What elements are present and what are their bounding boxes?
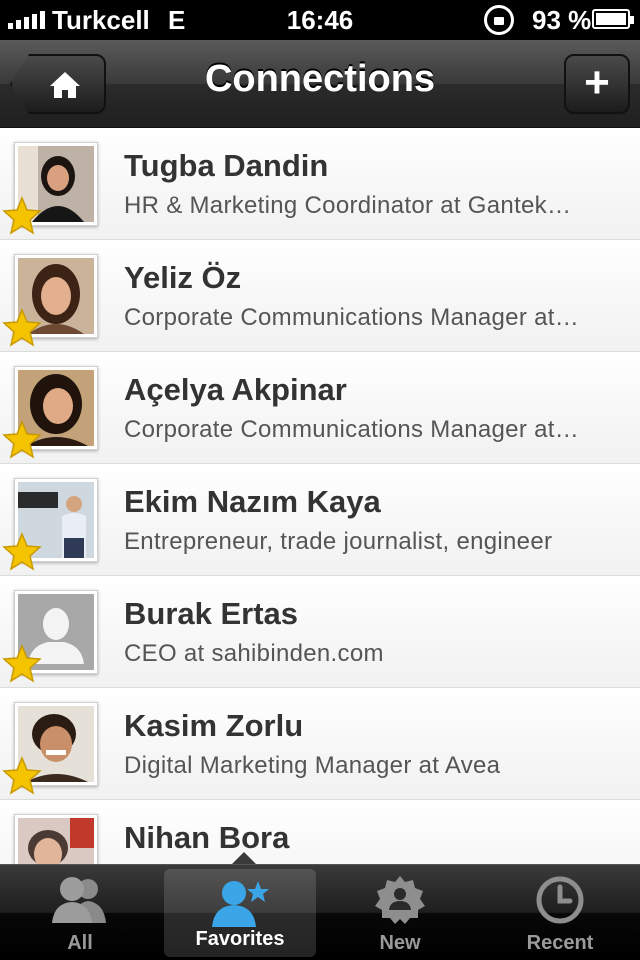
connections-list[interactable]: Tugba Dandin HR & Marketing Coordinator … <box>0 128 640 864</box>
tab-favorites[interactable]: Favorites <box>164 869 316 957</box>
tab-label: Recent <box>526 932 594 954</box>
favorite-star-icon <box>2 644 42 683</box>
people-icon <box>52 877 106 923</box>
badge-person-icon <box>375 876 425 924</box>
status-bar: Turkcell E 16:46 93 % <box>0 0 640 40</box>
profile-photo <box>18 818 94 864</box>
add-connection-button[interactable]: + <box>564 54 630 114</box>
connection-headline: HR & Marketing Coordinator at Gantek… <box>124 192 572 219</box>
favorite-star-icon <box>2 756 42 795</box>
connection-headline: Entrepreneur, trade journalist, engineer <box>124 528 553 555</box>
tab-new[interactable]: New <box>320 865 480 960</box>
favorite-star-icon <box>2 532 42 571</box>
connection-name: Açelya Akpinar <box>124 372 347 407</box>
connection-headline: Corporate Communications Manager at… <box>124 304 579 331</box>
battery-percent: 93 % <box>532 5 592 35</box>
connection-headline: CEO at sahibinden.com <box>124 640 384 667</box>
navigation-bar: Connections + <box>0 40 640 128</box>
list-item[interactable]: Tugba Dandin HR & Marketing Coordinator … <box>0 128 640 240</box>
connection-name: Burak Ertas <box>124 596 299 631</box>
connection-headline: Corporate Communications Manager at… <box>124 416 579 443</box>
page-title: Connections <box>204 58 436 100</box>
connection-name: Tugba Dandin <box>124 148 329 183</box>
favorite-star-icon <box>2 308 42 347</box>
list-item[interactable]: Kasim Zorlu Digital Marketing Manager at… <box>0 688 640 800</box>
tab-bar: All Favorites New Recent <box>0 864 640 960</box>
tab-all[interactable]: All <box>0 865 160 960</box>
connection-name: Ekim Nazım Kaya <box>124 484 381 519</box>
tab-label: Favorites <box>195 928 285 950</box>
favorite-star-icon <box>2 420 42 459</box>
battery-icon <box>592 9 634 29</box>
selected-tab-indicator <box>232 852 256 864</box>
list-item[interactable]: Yeliz Öz Corporate Communications Manage… <box>0 240 640 352</box>
rotation-lock-icon <box>484 5 514 35</box>
tab-label: All <box>67 932 93 954</box>
tab-recent[interactable]: Recent <box>480 865 640 960</box>
favorite-star-icon <box>2 196 42 235</box>
list-item[interactable]: Nihan Bora <box>0 800 640 864</box>
person-star-icon <box>212 881 269 927</box>
avatar <box>14 814 98 864</box>
list-item[interactable]: Ekim Nazım Kaya Entrepreneur, trade jour… <box>0 464 640 576</box>
list-item[interactable]: Açelya Akpinar Corporate Communications … <box>0 352 640 464</box>
tab-label: New <box>379 932 421 954</box>
connection-name: Nihan Bora <box>124 820 290 855</box>
clock-icon <box>536 876 584 924</box>
connection-headline: Digital Marketing Manager at Avea <box>124 752 501 779</box>
connection-name: Kasim Zorlu <box>124 708 304 743</box>
connection-name: Yeliz Öz <box>124 260 242 295</box>
list-item[interactable]: Burak Ertas CEO at sahibinden.com <box>0 576 640 688</box>
